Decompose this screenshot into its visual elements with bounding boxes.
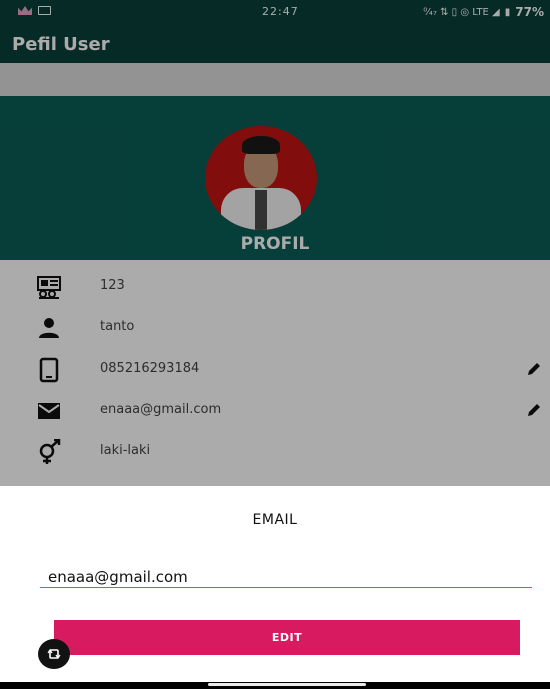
rotate-icon [47, 648, 61, 660]
navigation-bar [0, 682, 550, 689]
rotate-screen-button[interactable] [38, 639, 70, 669]
edit-email-sheet: EMAIL EDIT [0, 486, 550, 682]
dialog-scrim[interactable] [0, 0, 550, 486]
email-input[interactable] [40, 566, 532, 588]
sheet-title: EMAIL [252, 512, 298, 528]
edit-button[interactable]: EDIT [54, 620, 520, 655]
home-gesture-handle[interactable] [208, 683, 366, 686]
